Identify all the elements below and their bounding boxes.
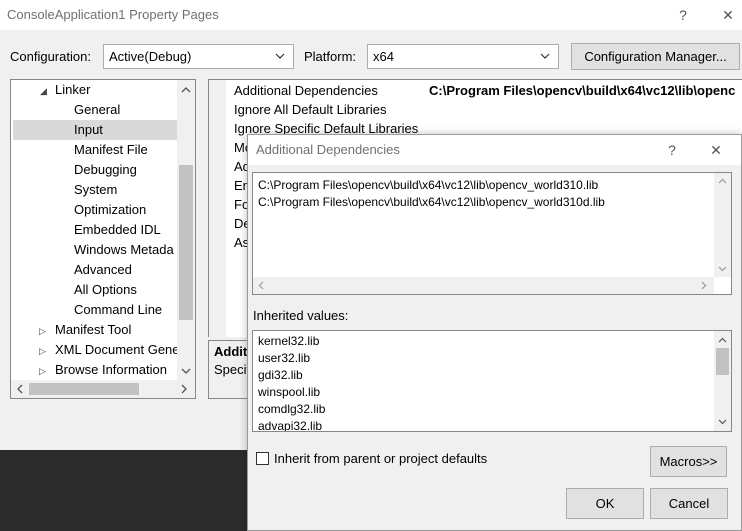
platform-select[interactable]: x64: [367, 44, 559, 69]
tree-item-browse-information[interactable]: Browse Information: [55, 360, 167, 380]
inherited-vertical-scrollbar[interactable]: [714, 331, 731, 431]
chevron-down-icon: [539, 45, 553, 68]
tree-item-label: Command Line: [74, 302, 163, 317]
window-title: ConsoleApplication1 Property Pages: [7, 7, 219, 22]
inherited-value: winspool.lib: [258, 385, 321, 399]
tree-vertical-scrollbar[interactable]: [177, 80, 195, 380]
ok-button[interactable]: OK: [566, 488, 644, 519]
platform-value: x64: [373, 49, 394, 64]
tree-item-label: General: [74, 102, 121, 117]
textarea-vertical-scrollbar[interactable]: [714, 173, 731, 277]
dependencies-textarea[interactable]: C:\Program Files\opencv\build\x64\vc12\l…: [252, 172, 732, 295]
chevron-right-icon[interactable]: [701, 281, 707, 290]
inherited-values-list[interactable]: kernel32.lib user32.lib gdi32.lib winspo…: [252, 330, 732, 432]
dependency-line: C:\Program Files\opencv\build\x64\vc12\l…: [258, 195, 605, 209]
dependency-line: C:\Program Files\opencv\build\x64\vc12\l…: [258, 178, 599, 192]
tree-item-label: Embedded IDL: [74, 222, 161, 237]
description-title: Additi: [214, 344, 251, 359]
grid-row-additional-dependencies[interactable]: Additional Dependencies C:\Program Files…: [209, 81, 742, 100]
chevron-left-icon[interactable]: [16, 384, 23, 394]
tree-item-label: Input: [74, 122, 103, 137]
tree-item-input[interactable]: Input: [13, 120, 177, 140]
chevron-right-icon[interactable]: [181, 384, 188, 394]
grid-row-ignore-all-default[interactable]: Ignore All Default Libraries: [209, 100, 742, 119]
dialog-title-bar: Additional Dependencies ? ✕: [248, 135, 741, 165]
tree-item-advanced[interactable]: Advanced: [74, 260, 132, 280]
collapse-triangle-icon[interactable]: ▷: [39, 326, 46, 337]
tree-item-label: Browse Information: [55, 362, 167, 377]
scrollbar-thumb[interactable]: [29, 383, 139, 395]
inherited-value: gdi32.lib: [258, 368, 303, 382]
chevron-left-icon[interactable]: [258, 281, 264, 290]
grid-row-name: Ignore All Default Libraries: [234, 102, 387, 117]
dialog-help-button[interactable]: ?: [660, 139, 684, 161]
macros-button[interactable]: Macros>>: [650, 446, 727, 477]
tree-item-label: Windows Metada: [74, 242, 174, 257]
tree-item-manifest-tool[interactable]: Manifest Tool: [55, 320, 131, 340]
scrollbar-thumb[interactable]: [716, 348, 729, 375]
collapse-triangle-icon[interactable]: ▷: [39, 346, 46, 357]
inherit-checkbox[interactable]: [256, 452, 269, 465]
tree-item-all-options[interactable]: All Options: [74, 280, 137, 300]
tree-item-label: Manifest File: [74, 142, 148, 157]
close-button[interactable]: ✕: [716, 4, 740, 26]
help-button[interactable]: ?: [671, 4, 695, 26]
tree-item-linker[interactable]: Linker: [55, 80, 90, 100]
tree-item-embedded-idl[interactable]: Embedded IDL: [74, 220, 161, 240]
inherit-checkbox-label[interactable]: Inherit from parent or project defaults: [274, 451, 487, 466]
tree-item-command-line[interactable]: Command Line: [74, 300, 162, 320]
inherited-value: user32.lib: [258, 351, 311, 365]
chevron-up-icon[interactable]: [181, 86, 191, 93]
platform-label: Platform:: [304, 49, 357, 64]
chevron-up-icon[interactable]: [718, 337, 727, 343]
inherited-value: kernel32.lib: [258, 334, 320, 348]
tree-item-label: Manifest Tool: [55, 322, 132, 337]
chevron-down-icon: [274, 45, 288, 68]
tree-item-label: Optimization: [74, 202, 147, 217]
tree-item-label: Debugging: [74, 162, 137, 177]
chevron-down-icon[interactable]: [718, 419, 727, 425]
tree-item-optimization[interactable]: Optimization: [74, 200, 146, 220]
tree-horizontal-scrollbar[interactable]: [11, 380, 195, 398]
inherited-value: comdlg32.lib: [258, 402, 326, 416]
grid-row-value[interactable]: C:\Program Files\opencv\build\x64\vc12\l…: [429, 81, 735, 100]
inherited-value: advapi32.lib: [258, 419, 323, 432]
tree-item-label: System: [74, 182, 118, 197]
configuration-label: Configuration:: [10, 49, 91, 64]
inherited-values-label: Inherited values:: [253, 308, 349, 323]
grid-row-name: Additional Dependencies: [234, 83, 378, 98]
chevron-down-icon[interactable]: [181, 368, 191, 375]
title-bar: ConsoleApplication1 Property Pages ? ✕: [0, 0, 742, 30]
tree-item-label: Advanced: [74, 262, 132, 277]
description-text: Specif: [214, 362, 251, 377]
configuration-select[interactable]: Active(Debug): [103, 44, 294, 69]
tree-item-windows-metadata[interactable]: Windows Metada: [74, 240, 174, 260]
configuration-manager-button[interactable]: Configuration Manager...: [571, 43, 740, 70]
dialog-title: Additional Dependencies: [256, 142, 400, 157]
additional-dependencies-dialog: Additional Dependencies ? ✕ C:\Program F…: [247, 134, 742, 531]
chevron-down-icon[interactable]: [718, 266, 727, 272]
tree-item-xml-document-generator[interactable]: XML Document Gene: [55, 340, 180, 360]
cancel-button[interactable]: Cancel: [650, 488, 728, 519]
tree-item-label: XML Document Gene: [55, 342, 180, 357]
property-tree: ◢ Linker General Input Manifest File Deb…: [10, 79, 196, 399]
scrollbar-thumb[interactable]: [179, 165, 193, 320]
expand-triangle-icon[interactable]: ◢: [40, 86, 47, 97]
tree-item-debugging[interactable]: Debugging: [74, 160, 137, 180]
tree-item-label: All Options: [74, 282, 137, 297]
textarea-horizontal-scrollbar[interactable]: [253, 277, 714, 294]
collapse-triangle-icon[interactable]: ▷: [39, 366, 46, 377]
tree-item-manifest-file[interactable]: Manifest File: [74, 140, 148, 160]
tree-item-label: Linker: [55, 82, 91, 97]
tree-item-general[interactable]: General: [74, 100, 120, 120]
tree-item-system[interactable]: System: [74, 180, 117, 200]
configuration-value: Active(Debug): [109, 49, 192, 64]
dialog-close-button[interactable]: ✕: [704, 139, 728, 161]
chevron-up-icon[interactable]: [718, 178, 727, 184]
